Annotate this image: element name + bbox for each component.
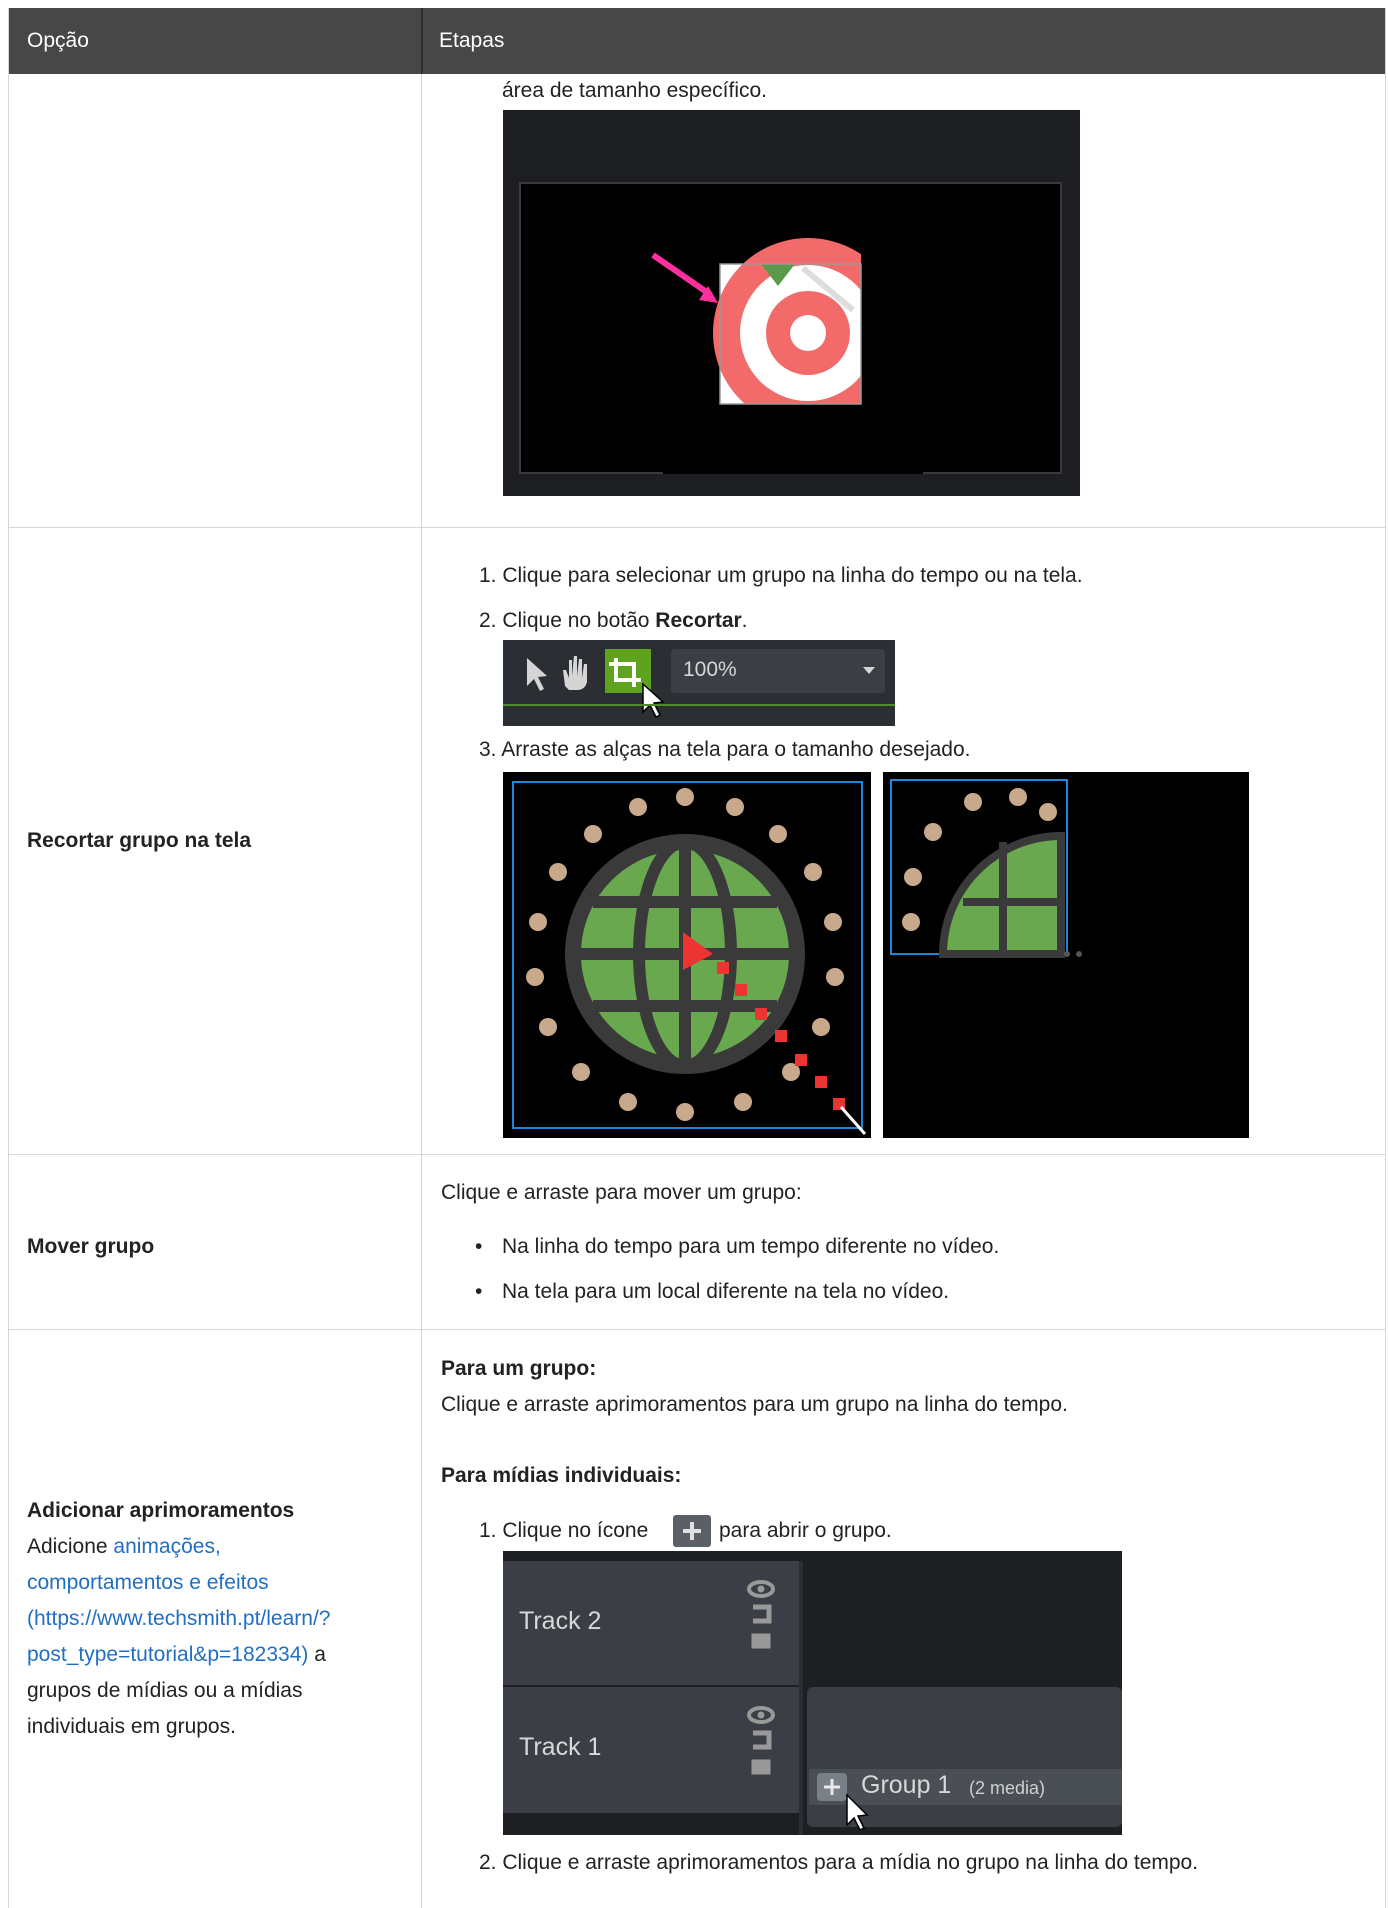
group-name: Group 1 (861, 1771, 952, 1799)
header-steps: Etapas (439, 29, 505, 52)
row1-text: área de tamanho específico. (502, 79, 768, 102)
row3-intro: Clique e arraste para mover um grupo: (441, 1181, 802, 1204)
row2-option: Recortar grupo na tela (27, 829, 252, 852)
enhancements-link[interactable]: comportamentos e efeitos (27, 1570, 269, 1596)
row-divider (9, 527, 1385, 528)
group-cropped-screenshot (883, 772, 1249, 1138)
enhancements-url-link[interactable]: (https://www.techsmith.pt/learn/? (27, 1606, 330, 1632)
row3-bullet-2: Na tela para um local diferente na tela … (502, 1280, 950, 1303)
row4-for-group-text: Clique e arraste aprimoramentos para um … (441, 1393, 1068, 1416)
row2-step2: 2. Clique no botão Recortar. (479, 608, 748, 634)
group-full-screenshot (503, 772, 871, 1138)
row2-step3: 3. Arraste as alças na tela para o taman… (479, 738, 971, 761)
row4-option-title: Adicionar aprimoramentos (27, 1499, 295, 1522)
enhancements-url-link[interactable]: post_type=tutorial&p=182334) (27, 1643, 308, 1666)
row4-text: a (308, 1643, 326, 1666)
enhancements-link[interactable]: animações, (113, 1535, 220, 1558)
table-header: Opção Etapas (9, 8, 1385, 74)
row4-for-group-label: Para um grupo: (441, 1357, 597, 1380)
header-option: Opção (27, 29, 89, 52)
options-table: Opção Etapas área de tamanho específico.… (8, 8, 1386, 1908)
row4-step1-before: 1. Clique no ícone (479, 1519, 649, 1542)
timeline-screenshot: Track 2 Track 1 Group 1 (2 media) (503, 1551, 1122, 1835)
column-divider (421, 74, 422, 1908)
row3-option: Mover grupo (27, 1235, 155, 1258)
plus-icon (673, 1515, 711, 1547)
header-divider (421, 8, 423, 74)
row-divider (9, 1154, 1385, 1155)
hand-icon (563, 656, 587, 690)
row4-step2: 2. Clique e arraste aprimoramentos para … (479, 1851, 1199, 1874)
zoom-value: 100% (683, 658, 737, 681)
row2-step2-end: . (741, 609, 748, 632)
row4-for-media-label: Para mídias individuais: (441, 1464, 682, 1487)
row2-step1: 1. Clique para selecionar um grupo na li… (479, 564, 1083, 587)
row4-option-line6: grupos de mídias ou a mídias (27, 1679, 303, 1702)
row3-bullet-1: Na linha do tempo para um tempo diferent… (502, 1235, 1000, 1258)
group-count: (2 media) (969, 1778, 1046, 1798)
crop-toolbar-screenshot: 100% (503, 640, 895, 726)
row2-step2-text: 2. Clique no botão (479, 609, 656, 632)
pointer-icon (527, 658, 547, 691)
row4-step1-after: para abrir o grupo. (719, 1519, 892, 1542)
bullet-icon: • (475, 1280, 483, 1303)
row4-option-line1: Adicione animações, (27, 1534, 221, 1560)
row-divider (9, 1329, 1385, 1330)
row4-option-line5: post_type=tutorial&p=182334) a (27, 1642, 326, 1668)
row4-option-line7: individuais em grupos. (27, 1715, 236, 1738)
row2-step2-bold: Recortar (655, 609, 742, 632)
bullet-icon: • (475, 1235, 483, 1258)
row4-text: Adicione (27, 1535, 114, 1558)
crop-area-screenshot (503, 110, 1080, 496)
